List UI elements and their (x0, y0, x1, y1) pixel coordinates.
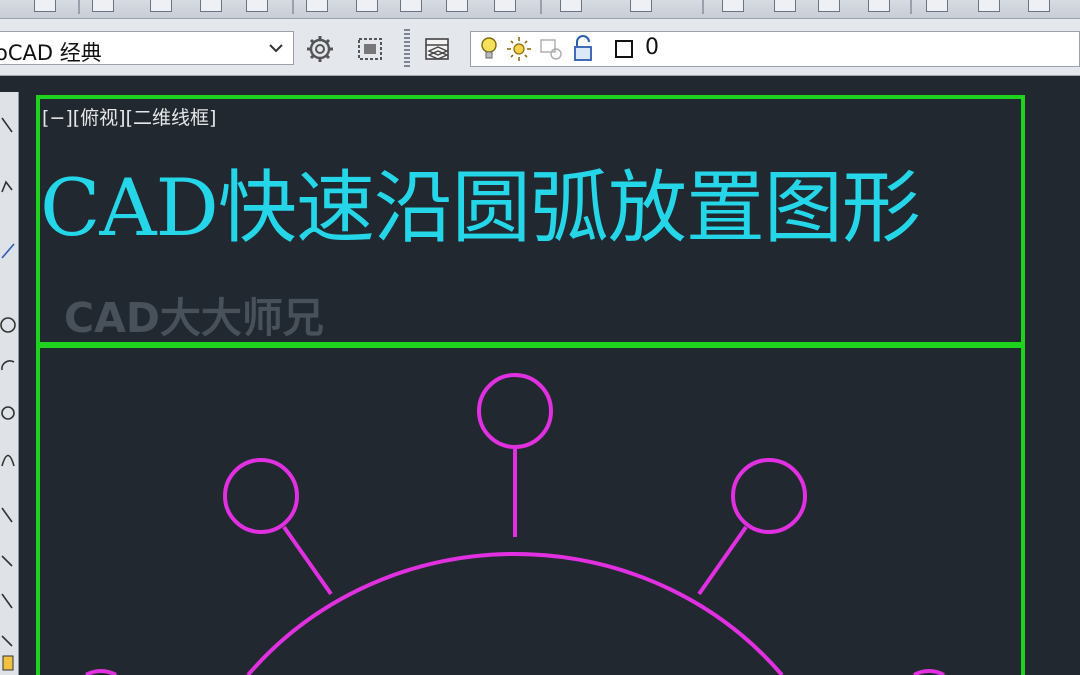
spoke-circle-left (223, 458, 299, 534)
drawing-frame (36, 344, 1025, 675)
viewport-controls-label[interactable]: [−][俯视][二维线框] (42, 103, 216, 130)
base-arc (246, 551, 784, 675)
spoke-circle-top (477, 373, 553, 449)
spoke-right (697, 525, 748, 596)
spoke-circle-far-right-partial (913, 669, 945, 675)
watermark-text: CAD大大师兄 (64, 294, 324, 342)
drawing-title-text: CAD快速沿圆弧放置图形 (40, 162, 921, 254)
spoke-circle-far-left-partial (85, 669, 117, 675)
spoke-circle-right (731, 458, 807, 534)
spoke-left (282, 525, 333, 596)
cad-application: oCAD 经典 0 [−][俯视][二维线框] CAD快速沿圆弧放置图形 CAD… (0, 0, 1080, 675)
